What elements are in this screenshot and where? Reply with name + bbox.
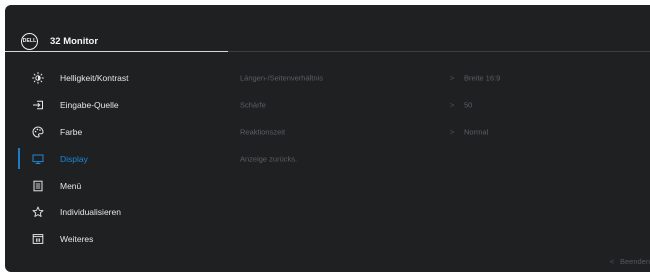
- header-divider-highlight: [5, 51, 228, 52]
- selection-indicator: [18, 122, 20, 143]
- selection-indicator: [18, 229, 20, 250]
- exit-button[interactable]: < Beenden: [610, 257, 650, 266]
- menu-item-input-source[interactable]: Eingabe-Quelle: [5, 92, 230, 119]
- menu-item-label: Menü: [60, 180, 82, 191]
- setting-response-time[interactable]: Reaktionszeit > Normal: [240, 119, 650, 146]
- selection-indicator: [18, 95, 20, 116]
- menu-item-label: Helligkeit/Kontrast: [60, 73, 129, 84]
- brightness-icon: [32, 72, 44, 85]
- menu-item-label: Individualisieren: [60, 207, 121, 218]
- menu-item-label: Farbe: [60, 126, 83, 137]
- palette-icon: [32, 126, 44, 138]
- osd-header: DELL 32 Monitor: [5, 5, 650, 51]
- setting-label: Schärfe: [240, 100, 266, 110]
- setting-value: 50: [464, 100, 473, 110]
- setting-value: Normal: [464, 127, 489, 137]
- monitor-title: 32 Monitor: [50, 36, 99, 47]
- setting-aspect-ratio[interactable]: Längen-/Seitenverhältnis > Breite 16:9: [240, 65, 650, 92]
- menu-item-display[interactable]: Display: [5, 145, 230, 172]
- dell-logo-icon: DELL: [21, 33, 38, 50]
- input-source-icon: [32, 99, 44, 111]
- display-settings-panel: Längen-/Seitenverhältnis > Breite 16:9 S…: [240, 65, 650, 172]
- osd-main-menu: Helligkeit/Kontrast Eingabe-Quelle Farbe…: [5, 65, 230, 253]
- selection-indicator: [18, 202, 20, 223]
- menu-item-color[interactable]: Farbe: [5, 119, 230, 146]
- menu-icon: [32, 180, 44, 192]
- star-icon: [32, 206, 44, 218]
- menu-item-brightness-contrast[interactable]: Helligkeit/Kontrast: [5, 65, 230, 92]
- others-icon: [32, 233, 44, 245]
- selection-indicator: [18, 175, 20, 196]
- menu-item-label: Display: [60, 153, 88, 164]
- setting-label: Längen-/Seitenverhältnis: [240, 73, 323, 83]
- menu-item-label: Eingabe-Quelle: [60, 100, 119, 111]
- selection-indicator: [18, 148, 20, 170]
- display-icon: [32, 153, 44, 165]
- menu-item-personalize[interactable]: Individualisieren: [5, 199, 230, 226]
- menu-item-label: Weiteres: [60, 234, 94, 245]
- monitor-osd-panel: DELL 32 Monitor Helligkeit/Kontrast Eing…: [5, 5, 650, 272]
- chevron-right-icon: >: [450, 127, 455, 137]
- chevron-right-icon: >: [450, 100, 455, 110]
- setting-sharpness[interactable]: Schärfe > 50: [240, 92, 650, 119]
- setting-label: Reaktionszeit: [240, 127, 286, 137]
- menu-item-menu[interactable]: Menü: [5, 172, 230, 199]
- chevron-left-icon: <: [609, 257, 614, 266]
- chevron-right-icon: >: [450, 73, 455, 83]
- menu-item-others[interactable]: Weiteres: [5, 226, 230, 253]
- setting-display-reset[interactable]: Anzeige zurücks.: [240, 145, 650, 172]
- selection-indicator: [18, 68, 20, 89]
- exit-label: Beenden: [619, 257, 650, 266]
- setting-value: Breite 16:9: [464, 73, 501, 83]
- setting-label: Anzeige zurücks.: [240, 154, 298, 164]
